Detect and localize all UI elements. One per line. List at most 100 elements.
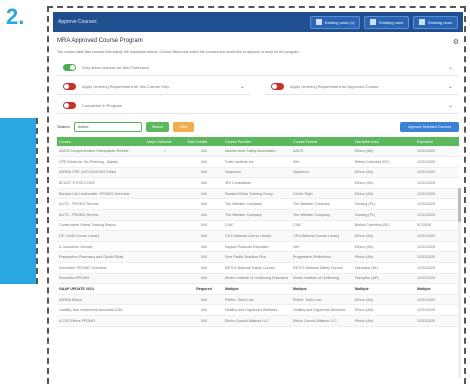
column-header[interactable]: Discipline Area bbox=[353, 137, 415, 146]
column-header[interactable]: Course Provider bbox=[223, 137, 291, 146]
column-header[interactable]: Major Outcome bbox=[145, 137, 185, 146]
toggle-switch[interactable] bbox=[271, 82, 284, 90]
row-checkbox-cell[interactable] bbox=[145, 294, 185, 306]
table-row[interactable]: NASBA Ethics N/A Pfeffer, Tobin Law Pfeffer… bbox=[57, 294, 459, 306]
table-row[interactable]: Liability: Ban Investment Accounts 2016 N… bbox=[57, 304, 459, 316]
search-input[interactable]: Active bbox=[73, 121, 142, 132]
row-checkbox-cell[interactable] bbox=[145, 230, 185, 242]
table-cell: Progressive Reflections bbox=[291, 251, 353, 264]
table-cell: Healthy and Organized Wellness bbox=[223, 304, 291, 316]
table-cell: N/A bbox=[185, 294, 223, 306]
page-description: The course table lists courses that sati… bbox=[57, 50, 300, 54]
toolbar-button-1[interactable]: Existing ones (1) bbox=[309, 15, 361, 29]
table-cell: CIAC bbox=[291, 220, 353, 232]
table-row[interactable]: GAAP UPDATE 2013 Required Multiple Multiple… bbox=[57, 283, 459, 295]
table-cell: Ethics Council Alliance LLC bbox=[223, 315, 291, 327]
table-cell: N/A bbox=[185, 315, 223, 327]
table-cell: 12/31/2025 bbox=[415, 146, 459, 158]
row-checkbox-cell[interactable] bbox=[145, 156, 185, 168]
toolbar-button-2[interactable]: Existing ones bbox=[364, 15, 410, 29]
table-cell: N/A bbox=[185, 198, 223, 211]
table-cell: Discipline (AP) bbox=[353, 273, 415, 285]
row-checkbox-cell[interactable] bbox=[145, 315, 185, 327]
table-cell: Pfeffer, Tobin Law bbox=[223, 294, 291, 306]
row-checkbox-cell[interactable] bbox=[145, 273, 185, 285]
column-header[interactable]: Expiration bbox=[415, 137, 459, 146]
table-row[interactable]: BCAST: ETHICS 2020 N/A SRI Consultants Ethi… bbox=[57, 177, 459, 189]
user-icon bbox=[315, 19, 322, 25]
table-cell: Ethics (4hr) bbox=[353, 146, 415, 158]
row-checkbox-cell[interactable] bbox=[145, 167, 185, 179]
toolbar-button-3-label: Existing ones bbox=[428, 19, 452, 25]
chevron-down-icon[interactable]: ⌄ bbox=[240, 83, 245, 90]
table-cell: 12/31/2025 bbox=[415, 156, 459, 168]
table-cell: Pine Pacific Nutrition Plus bbox=[223, 251, 291, 264]
toggle-switch[interactable] bbox=[63, 82, 76, 90]
table-cell: N/A bbox=[185, 262, 223, 274]
table-cell: Securities PROMO bbox=[57, 273, 145, 285]
table-row[interactable]: AUTO - PROMO Review N/A The Webster Compan… bbox=[57, 209, 459, 221]
table-row[interactable]: A CDS Ethics PROMO N/A Ethics Council Alli… bbox=[57, 315, 459, 327]
row-checkbox-cell[interactable] bbox=[145, 262, 185, 274]
table-row[interactable]: Securities: PROMO Overview N/A RETLS Natio… bbox=[57, 262, 459, 274]
table-row[interactable]: Prescription Pharmacy and Opioid Risks N/… bbox=[57, 251, 459, 264]
search-button[interactable]: Search bbox=[145, 121, 170, 132]
scrollbar[interactable] bbox=[458, 188, 461, 378]
column-header[interactable]: Course bbox=[57, 137, 145, 146]
toolbar-button-2-label: Existing ones bbox=[379, 19, 404, 25]
toolbar-button-3[interactable]: Existing ones bbox=[413, 15, 458, 29]
scrollbar-thumb[interactable] bbox=[458, 188, 461, 222]
table-cell: AUTO - PROMO Review bbox=[57, 209, 145, 221]
table-cell: AAOS Comprehensive Orthopaedic Review bbox=[57, 146, 145, 158]
filter-completed[interactable]: Completed in Program ⌄ bbox=[57, 97, 459, 114]
table-row[interactable]: NASBA CPE: ACCOUNTING Ethics N/A Sequence S… bbox=[57, 167, 459, 179]
table-cell: N/A bbox=[185, 220, 223, 232]
table-row[interactable]: IL Insurance: Annuity N/A Kaplan Financial… bbox=[57, 241, 459, 253]
toggle-switch[interactable] bbox=[63, 101, 76, 109]
chevron-down-icon[interactable]: ⌄ bbox=[448, 83, 453, 90]
column-header[interactable]: Total Credits bbox=[185, 137, 223, 146]
table-cell: AUTO - PROMO Review bbox=[57, 198, 145, 211]
table-cell: Liability: Ban Investment Accounts 2016 bbox=[57, 304, 145, 316]
filter-ordering-course[interactable]: Apply Ordering Requirement for this Cour… bbox=[57, 78, 251, 95]
row-checkbox-cell[interactable] bbox=[145, 220, 185, 232]
table-row[interactable]: AAOS Comprehensive Orthopaedic Review ✓ N/… bbox=[57, 146, 459, 158]
table-row[interactable]: CPE Ethics for Tax Planning - Alaska N/A F… bbox=[57, 156, 459, 168]
filter-profession[interactable]: Only show courses for this Profession ⌄ bbox=[57, 59, 459, 76]
filter-ordering-approved[interactable]: Apply Ordering Requirement for Approved … bbox=[265, 78, 459, 95]
row-checkbox-cell[interactable] bbox=[145, 283, 185, 295]
table-cell bbox=[291, 177, 353, 189]
table-body: AAOS Comprehensive Orthopaedic Review ✓ N/… bbox=[57, 146, 459, 327]
row-checkbox-cell[interactable] bbox=[145, 177, 185, 189]
row-checkbox-cell[interactable] bbox=[145, 241, 185, 253]
column-header[interactable]: Course Format bbox=[291, 137, 353, 146]
clear-button[interactable]: Clear bbox=[173, 121, 194, 132]
table-cell: SRI Consultants bbox=[223, 177, 291, 189]
approve-selected-button[interactable]: Approve Selected Courses bbox=[400, 121, 459, 132]
chevron-down-icon[interactable]: ⌄ bbox=[448, 102, 453, 109]
table-cell: GAAP UPDATE 2013 bbox=[57, 283, 145, 295]
table-cell: 12/31/2025 bbox=[415, 209, 459, 221]
row-checkbox-cell[interactable] bbox=[145, 188, 185, 200]
table-row[interactable]: CE Credit Course Library N/A CE's National… bbox=[57, 230, 459, 242]
row-checkbox-cell[interactable]: ✓ bbox=[145, 146, 185, 158]
table-cell: CE's National Course Library bbox=[223, 230, 291, 242]
row-checkbox-cell[interactable] bbox=[145, 304, 185, 316]
row-checkbox-cell[interactable] bbox=[145, 209, 185, 221]
table-row[interactable]: Securities PROMO N/A Kinder Institute of C… bbox=[57, 273, 459, 285]
row-checkbox-cell[interactable] bbox=[145, 251, 185, 264]
row-checkbox-cell[interactable] bbox=[145, 198, 185, 211]
table-cell: Ethics (4hr) bbox=[353, 304, 415, 316]
gear-icon[interactable]: ⚙ bbox=[453, 38, 459, 46]
table-cell: 12/31/2025 bbox=[415, 273, 459, 285]
page-title: MRA Approved Course Program bbox=[57, 38, 143, 44]
table-cell: Ethics (4hr) bbox=[353, 294, 415, 306]
toggle-switch[interactable] bbox=[63, 63, 76, 71]
table-row[interactable]: Bonded Life Underwriter: PROMO Overview N… bbox=[57, 188, 459, 200]
table-cell: N/A bbox=[185, 177, 223, 189]
table-header-row: Course Major Outcome Total Credits Course P… bbox=[57, 137, 459, 146]
table-row[interactable]: Construction Safety Training Basics N/A CI… bbox=[57, 220, 459, 232]
chevron-down-icon[interactable]: ⌄ bbox=[448, 64, 453, 71]
table-row[interactable]: AUTO - PROMO Review N/A The Webster Compan… bbox=[57, 198, 459, 211]
table-cell: The Webster Company bbox=[223, 209, 291, 221]
